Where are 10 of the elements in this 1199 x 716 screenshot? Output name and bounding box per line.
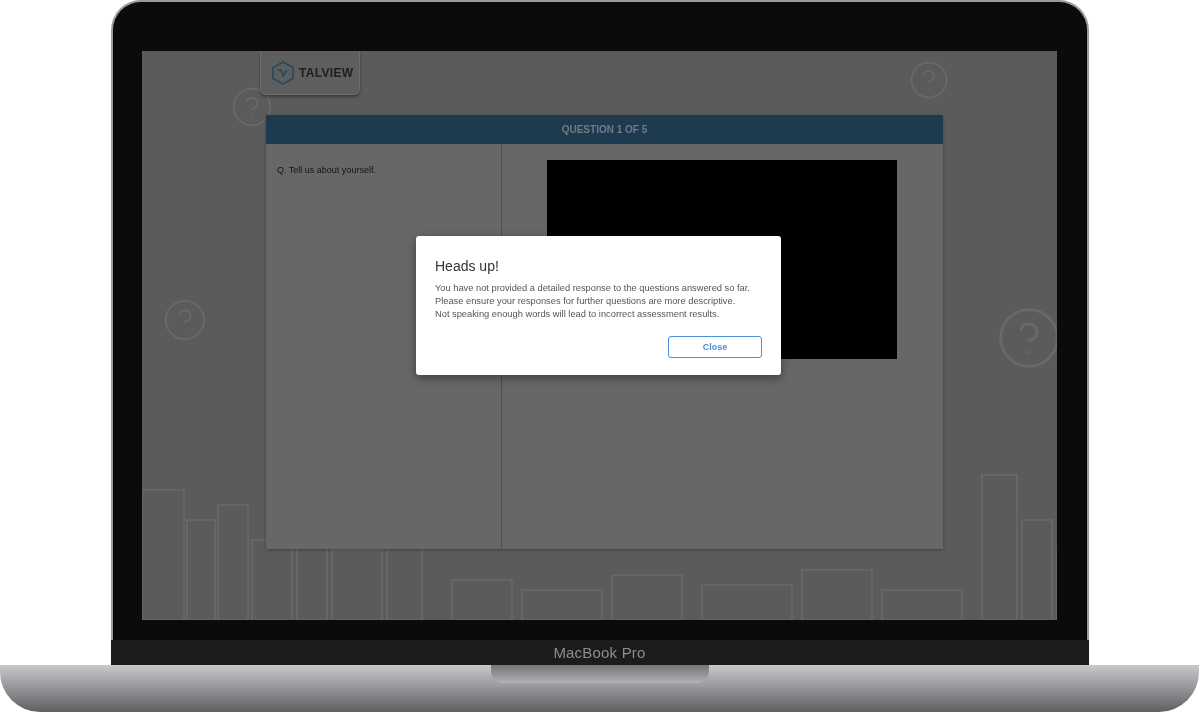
hexagon-logo-icon (271, 60, 295, 85)
dialog-message: Please ensure your responses for further questions are more descriptive. (435, 295, 737, 308)
device-label: MacBook Pro (553, 644, 646, 661)
question-prompt: Q. Tell us about yourself. (277, 165, 376, 175)
dialog-title: Heads up! (435, 258, 500, 274)
question-counter: QUESTION 1 OF 5 (561, 124, 648, 135)
brand-name: TALVIEW (299, 65, 354, 80)
dialog-message: You have not provided a detailed response to the questions answered so far. (435, 282, 751, 295)
dialog-message: Not speaking enough words will lead to incorrect assessment results. (435, 308, 721, 321)
close-button[interactable]: Close (668, 336, 762, 358)
